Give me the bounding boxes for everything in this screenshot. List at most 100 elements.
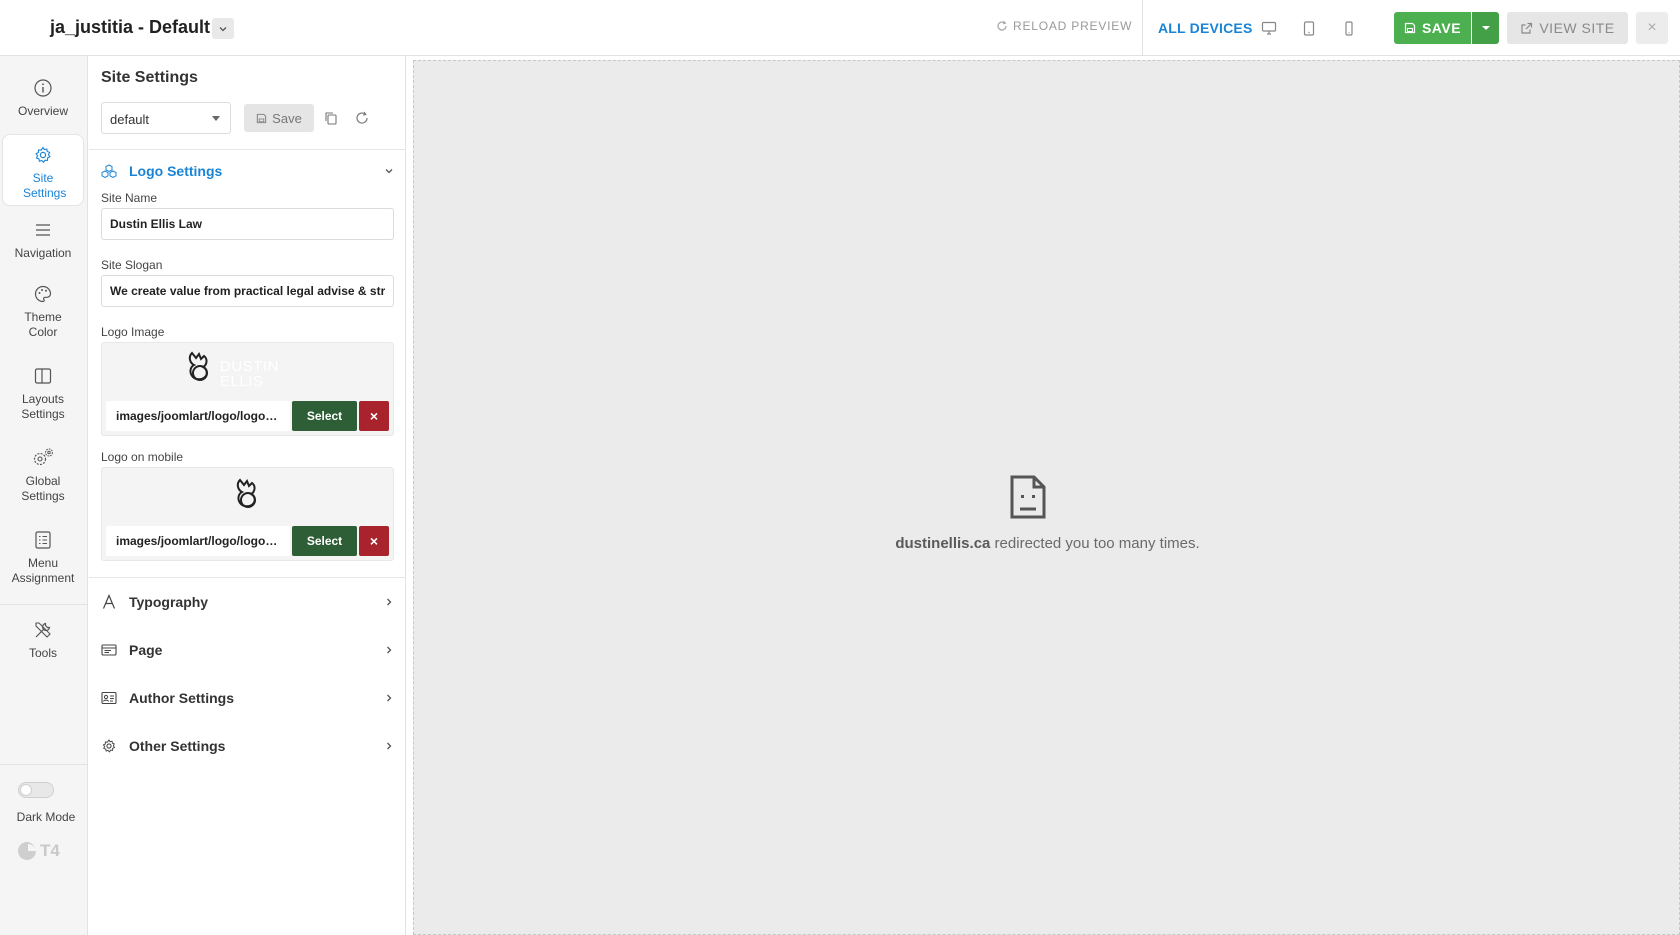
toggle-knob [20,784,32,796]
all-devices-button[interactable]: ALL DEVICES [1158,20,1253,36]
error-text: redirected you too many times. [990,535,1200,552]
divider [0,604,88,605]
logo-wordmark-1: DUSTIN [220,358,279,375]
panel-save-label: Save [272,110,302,126]
author-settings-section-header[interactable]: Author Settings [101,686,394,710]
t4-brand-logo: T4 [16,840,60,862]
tools-icon [35,622,51,638]
logo-mobile-select-button[interactable]: Select [292,526,357,556]
broken-page-icon [1010,475,1046,519]
refresh-icon [356,111,368,124]
site-name-input[interactable] [101,208,394,240]
nav-label: Tools [28,646,57,660]
section-title: Typography [129,594,209,610]
palette-icon [34,285,52,303]
typography-section-header[interactable]: Typography [101,590,394,614]
nav-label: Global Settings [21,474,65,503]
divider [1142,0,1143,56]
logo-emblem-icon [188,351,208,381]
dark-mode-label: Dark Mode [16,810,76,824]
logo-settings-header[interactable]: Logo Settings [101,159,394,183]
logo-mobile-label: Logo on mobile [101,450,184,464]
reload-preview-label: RELOAD PREVIEW [1013,19,1133,33]
site-slogan-input[interactable] [101,275,394,307]
reload-preview-button[interactable]: RELOAD PREVIEW [996,19,1132,33]
logo-image-path[interactable]: images/joomlart/logo/logo.png [106,401,290,431]
section-title: Author Settings [129,690,234,706]
tablet-icon [1303,20,1315,36]
nav-item-tools[interactable]: Tools [2,618,84,670]
left-navigation: Overview Site Settings Navigation Theme … [0,56,88,935]
logo-cubes-icon [101,164,117,178]
logo-mobile-remove-button[interactable]: × [359,526,389,556]
nav-item-overview[interactable]: Overview [2,76,84,128]
gears-icon [33,448,54,466]
chevron-right-icon [387,646,392,654]
preview-error-message: dustinellis.ca redirected you too many t… [414,535,1680,552]
mobile-device-button[interactable] [1339,18,1359,38]
info-icon [34,79,52,97]
site-settings-panel: Site Settings default Save Logo Settings… [89,56,406,935]
logo-image-picker: DUSTIN ELLIS images/joomlart/logo/logo.p… [101,342,394,436]
other-settings-section-header[interactable]: Other Settings [101,734,394,758]
author-card-icon [101,691,117,705]
desktop-device-button[interactable] [1259,18,1279,38]
logo-emblem-icon [236,478,256,508]
close-button[interactable]: × [1636,12,1668,44]
section-title: Other Settings [129,738,226,754]
layout-icon [34,368,52,384]
mobile-icon [1345,20,1353,36]
logo-image-remove-button[interactable]: × [359,401,389,431]
nav-label: Navigation [14,246,72,260]
nav-item-site-settings[interactable]: Site Settings [2,134,84,206]
nav-item-navigation[interactable]: Navigation [2,218,84,270]
menu-icon [36,224,50,236]
profile-select[interactable]: default [101,102,231,134]
panel-title: Site Settings [101,69,198,86]
reload-icon [997,20,1007,31]
save-button[interactable]: SAVE [1394,12,1471,44]
logo-image-label: Logo Image [101,325,165,339]
nav-label: Site Settings [23,171,67,200]
divider [89,149,406,150]
floppy-icon [256,113,267,123]
caret-down-icon [1481,26,1490,30]
copy-icon [325,112,337,125]
page-section-header[interactable]: Page [101,638,394,662]
caret-down-icon [212,116,220,121]
desktop-icon [1261,21,1277,35]
save-options-dropdown[interactable] [1472,12,1499,44]
cog-icon [102,739,116,753]
tablet-device-button[interactable] [1299,18,1319,38]
nav-item-layouts-settings[interactable]: Layouts Settings [2,364,84,428]
template-dropdown-button[interactable] [212,18,234,39]
site-slogan-label: Site Slogan [101,258,163,272]
nav-item-global-settings[interactable]: Global Settings [2,446,84,510]
brand-text: T4 [40,841,60,860]
site-name-label: Site Name [101,191,158,205]
template-title: ja_justitia - Default [50,17,211,37]
site-preview-frame[interactable]: dustinellis.ca redirected you too many t… [413,60,1680,935]
typography-icon [102,594,116,609]
divider [89,577,406,578]
section-title: Page [129,642,163,658]
dark-mode-toggle[interactable] [18,782,54,798]
top-bar: ja_justitia - Default RELOAD PREVIEW ALL… [0,0,1680,56]
logo-mobile-path[interactable]: images/joomlart/logo/logo-mobile.png [106,526,290,556]
nav-item-menu-assignment[interactable]: Menu Assignment [2,528,84,592]
divider [0,764,88,765]
list-icon [35,531,51,549]
logo-mobile-picker: images/joomlart/logo/logo-mobile.png Sel… [101,467,394,561]
logo-settings-title: Logo Settings [129,163,223,179]
chevron-right-icon [387,694,392,702]
chevron-right-icon [387,742,392,750]
external-link-icon [1521,22,1533,34]
page-icon [101,644,117,656]
copy-button[interactable] [321,108,341,128]
nav-item-theme-color[interactable]: Theme Color [2,282,84,346]
nav-label: Layouts Settings [21,392,65,421]
view-site-button[interactable]: VIEW SITE [1507,12,1628,44]
panel-save-button[interactable]: Save [244,104,314,132]
refresh-button[interactable] [352,108,372,128]
logo-image-select-button[interactable]: Select [292,401,357,431]
